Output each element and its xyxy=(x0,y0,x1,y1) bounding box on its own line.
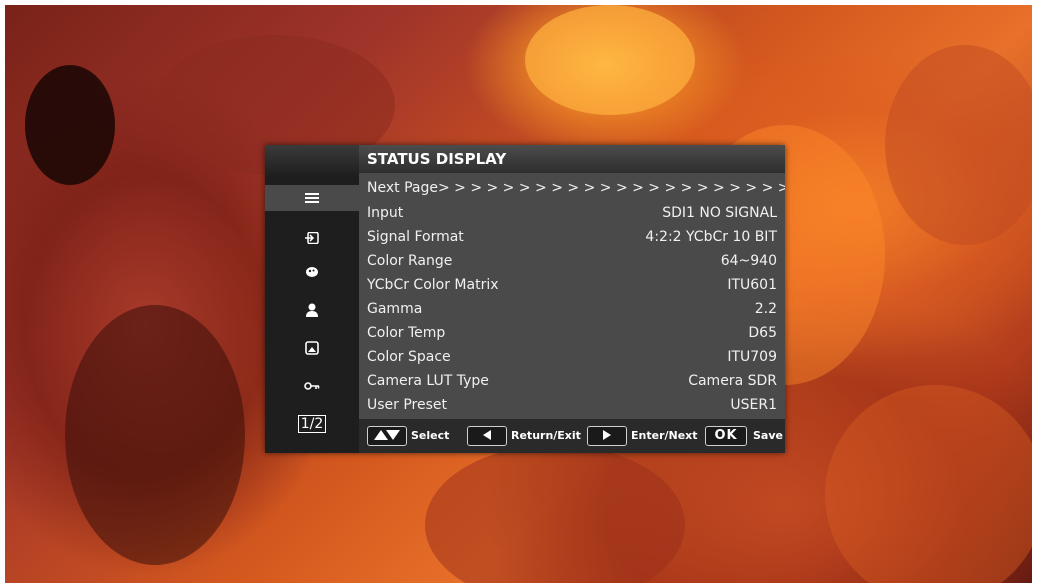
return-button[interactable] xyxy=(467,426,507,446)
key-icon xyxy=(304,381,320,391)
status-row-color-matrix: YCbCr Color Matrix ITU601 xyxy=(359,273,785,297)
status-row-color-space: Color Space ITU709 xyxy=(359,345,785,369)
row-value: ITU709 xyxy=(727,349,777,365)
status-row-gamma: Gamma 2.2 xyxy=(359,297,785,321)
color-palette-icon xyxy=(306,267,318,277)
status-list: Next Page> > > > > > > > > > > > > > > >… xyxy=(359,173,785,419)
row-label: Color Space xyxy=(367,349,451,365)
row-label: Color Range xyxy=(367,253,453,269)
row-label: User Preset xyxy=(367,397,448,413)
row-label: YCbCr Color Matrix xyxy=(367,277,499,293)
row-value: 4:2:2 YCbCr 10 BIT xyxy=(645,229,777,245)
sidebar-item-status[interactable] xyxy=(265,185,359,211)
status-row-input: Input SDI1 NO SIGNAL xyxy=(359,201,785,225)
page-indicator: 1/2 xyxy=(265,411,359,437)
row-label: Signal Format xyxy=(367,229,464,245)
enter-label: Enter/Next xyxy=(631,429,698,442)
sidebar-item-key[interactable] xyxy=(265,373,359,399)
status-row-user-preset: User Preset USER1 xyxy=(359,393,785,417)
row-label: Gamma xyxy=(367,301,423,317)
status-row-signal-format: Signal Format 4:2:2 YCbCr 10 BIT xyxy=(359,225,785,249)
page-title: STATUS DISPLAY xyxy=(359,145,785,173)
row-value: SDI1 NO SIGNAL xyxy=(662,205,777,221)
sidebar-item-color[interactable] xyxy=(265,259,359,285)
ok-icon: OK xyxy=(714,428,738,443)
select-button[interactable] xyxy=(367,426,407,446)
sidebar-item-user[interactable] xyxy=(265,297,359,323)
up-down-arrow-icon xyxy=(372,429,402,444)
left-arrow-icon xyxy=(482,429,492,444)
status-row-color-range: Color Range 64~940 xyxy=(359,249,785,273)
status-row-color-temp: Color Temp D65 xyxy=(359,321,785,345)
ok-button[interactable]: OK xyxy=(705,426,747,446)
next-page-link[interactable]: Next Page> > > > > > > > > > > > > > > >… xyxy=(359,177,785,199)
row-value: USER1 xyxy=(730,397,777,413)
row-label: Input xyxy=(367,205,404,221)
select-label: Select xyxy=(411,429,450,442)
key-hint-bar: Select Return/Exit Enter/Next OK Save xyxy=(359,419,785,453)
return-label: Return/Exit xyxy=(511,429,581,442)
sidebar-item-image[interactable] xyxy=(265,335,359,361)
row-label: Camera LUT Type xyxy=(367,373,489,389)
osd-sidebar: 1/2 xyxy=(265,145,359,453)
image-icon xyxy=(305,341,319,355)
sidebar-item-input[interactable] xyxy=(265,225,359,251)
row-value: ITU601 xyxy=(727,277,777,293)
right-arrow-icon xyxy=(602,429,612,444)
enter-button[interactable] xyxy=(587,426,627,446)
save-label: Save xyxy=(753,429,783,442)
status-row-camera-lut: Camera LUT Type Camera SDR xyxy=(359,369,785,393)
row-value: 64~940 xyxy=(720,253,777,269)
row-label: Color Temp xyxy=(367,325,446,341)
status-display-panel: 1/2 STATUS DISPLAY Next Page> > > > > > … xyxy=(265,145,785,453)
input-icon xyxy=(305,232,319,244)
list-icon xyxy=(305,192,319,204)
row-value: 2.2 xyxy=(754,301,777,317)
row-value: D65 xyxy=(748,325,777,341)
user-icon xyxy=(306,303,318,317)
row-value: Camera SDR xyxy=(688,373,777,389)
